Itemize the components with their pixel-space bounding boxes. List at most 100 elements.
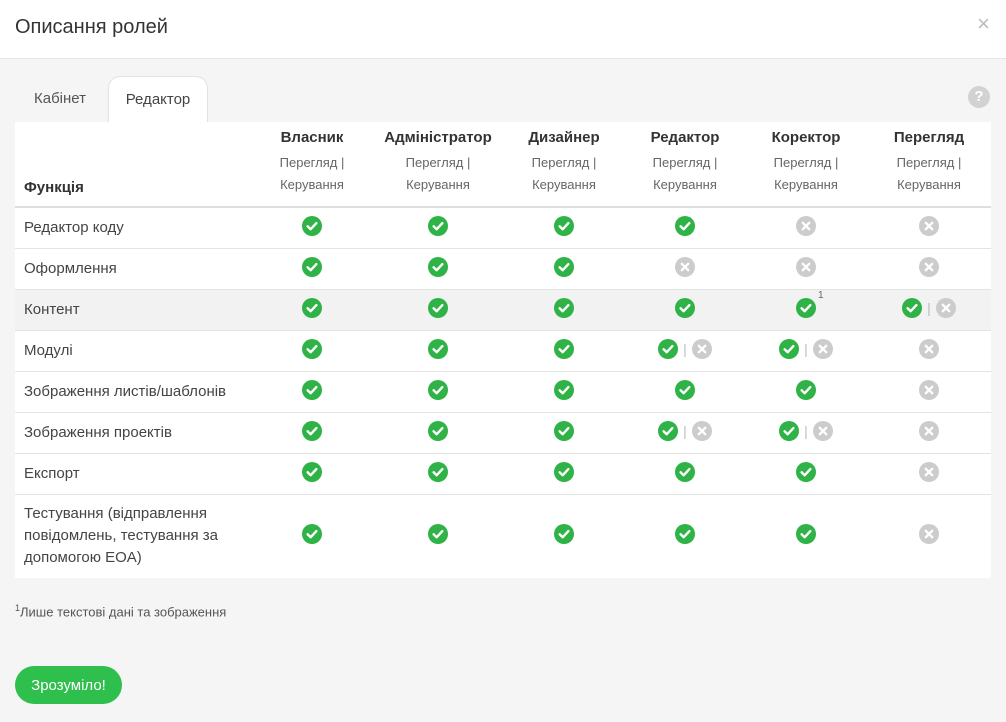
permission-cell xyxy=(251,289,373,331)
role-view-label: Перегляд | xyxy=(652,155,718,170)
permission-cell xyxy=(251,412,373,454)
check-circle-icon xyxy=(796,379,816,400)
permission-cell: | xyxy=(867,289,991,331)
check-circle-icon xyxy=(428,256,448,277)
check-circle-icon xyxy=(302,338,322,359)
permission-indicator xyxy=(302,215,322,236)
permission-indicator xyxy=(796,215,816,236)
table-row: Контент 1 | xyxy=(15,289,991,331)
role-header: Власник Перегляд | Керування xyxy=(251,122,373,208)
check-circle-icon xyxy=(779,338,800,359)
permission-indicator: | xyxy=(658,420,712,441)
permission-indicator xyxy=(554,256,574,277)
permission-cell xyxy=(373,289,503,331)
permission-indicator xyxy=(796,256,816,277)
check-circle-icon xyxy=(554,461,574,482)
permission-cell xyxy=(373,453,503,495)
permission-indicator xyxy=(796,461,816,482)
function-column-header: Функція xyxy=(15,122,251,208)
role-header: Редактор Перегляд | Керування xyxy=(625,122,745,208)
cross-circle-icon xyxy=(796,215,816,236)
table-row: Тестування (відправлення повідомлень, те… xyxy=(15,494,991,578)
permission-cell xyxy=(867,248,991,290)
permission-cell xyxy=(745,248,867,290)
permission-indicator xyxy=(302,256,322,277)
permission-indicator xyxy=(554,338,574,359)
check-circle-icon xyxy=(554,297,574,318)
permission-cell xyxy=(745,207,867,249)
ok-button[interactable]: Зрозуміло! xyxy=(15,666,122,704)
check-circle-icon xyxy=(779,420,800,441)
table-body: Редактор коду Оформлення Контент 1 | Модулі | |… xyxy=(15,207,991,578)
permission-cell xyxy=(251,371,373,413)
close-icon[interactable]: × xyxy=(977,13,990,35)
role-name: Адміністратор xyxy=(384,129,492,146)
permission-cell xyxy=(867,371,991,413)
permission-indicator xyxy=(302,338,322,359)
cross-circle-icon xyxy=(796,256,816,277)
partial-separator: | xyxy=(804,340,808,357)
table-header-row: Функція Власник Перегляд | Керування Адміні… xyxy=(15,122,991,208)
role-header: Адміністратор Перегляд | Керування xyxy=(373,122,503,208)
permission-cell xyxy=(745,453,867,495)
cross-circle-icon xyxy=(919,461,939,482)
permission-cell xyxy=(625,453,745,495)
check-circle-icon xyxy=(302,379,322,400)
cross-circle-icon xyxy=(812,338,833,359)
function-name: Експорт xyxy=(15,453,251,495)
permission-indicator: | xyxy=(902,297,956,318)
permission-indicator xyxy=(919,215,939,236)
permission-cell xyxy=(251,330,373,372)
check-circle-icon xyxy=(675,297,695,318)
permission-indicator xyxy=(675,461,695,482)
check-circle-icon xyxy=(675,379,695,400)
role-name: Редактор xyxy=(650,129,720,146)
permission-cell xyxy=(503,289,625,331)
permission-cell: | xyxy=(745,330,867,372)
permission-indicator xyxy=(302,297,322,318)
permission-indicator xyxy=(554,524,574,545)
check-circle-icon xyxy=(302,420,322,441)
permission-indicator xyxy=(919,420,939,441)
tab-editor[interactable]: Редактор xyxy=(108,76,208,123)
check-circle-icon xyxy=(428,461,448,482)
permission-cell xyxy=(867,330,991,372)
function-name: Зображення проектів xyxy=(15,412,251,454)
permission-cell xyxy=(373,412,503,454)
cross-circle-icon xyxy=(919,256,939,277)
check-circle-icon xyxy=(796,524,816,545)
check-circle-icon xyxy=(554,215,574,236)
permission-indicator xyxy=(554,215,574,236)
permission-indicator: | xyxy=(658,338,712,359)
role-view-label: Перегляд | xyxy=(531,155,597,170)
role-header: Перегляд Перегляд | Керування xyxy=(867,122,991,208)
check-circle-icon xyxy=(554,524,574,545)
check-circle-icon xyxy=(428,379,448,400)
cross-circle-icon xyxy=(812,420,833,441)
role-header: Дизайнер Перегляд | Керування xyxy=(503,122,625,208)
role-view-label: Перегляд | xyxy=(896,155,962,170)
permission-indicator xyxy=(554,461,574,482)
permission-indicator xyxy=(919,338,939,359)
permission-cell xyxy=(625,371,745,413)
permission-cell xyxy=(373,494,503,578)
permission-cell xyxy=(867,494,991,578)
permission-indicator xyxy=(796,379,816,400)
role-name: Власник xyxy=(280,129,344,146)
role-manage-label: Керування xyxy=(774,177,838,192)
function-name: Оформлення xyxy=(15,248,251,290)
tab-cabinet[interactable]: Кабінет xyxy=(15,76,105,122)
permission-cell xyxy=(373,248,503,290)
permission-cell xyxy=(503,453,625,495)
help-icon[interactable]: ? xyxy=(968,86,990,108)
check-circle-icon xyxy=(554,379,574,400)
permission-indicator xyxy=(675,379,695,400)
permission-indicator xyxy=(675,215,695,236)
table-row: Зображення проектів | | xyxy=(15,412,991,454)
permission-cell xyxy=(625,494,745,578)
function-name: Зображення листів/шаблонів xyxy=(15,371,251,413)
role-manage-label: Керування xyxy=(280,177,344,192)
footnote-reference: 1 xyxy=(818,289,824,301)
permission-indicator xyxy=(428,524,448,545)
check-circle-icon xyxy=(675,215,695,236)
